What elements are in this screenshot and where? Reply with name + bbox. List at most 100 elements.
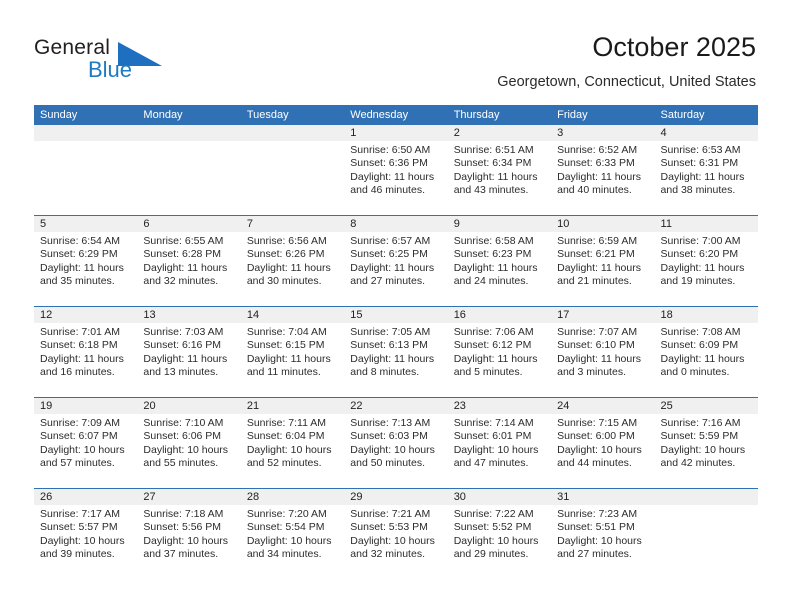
day-cell[interactable]: Sunrise: 7:14 AM Sunset: 6:01 PM Daylight:…	[448, 414, 551, 488]
day-number[interactable]: 4	[655, 125, 758, 141]
day-number[interactable]: 18	[655, 307, 758, 323]
calendar-weeks: 1 2 3 4 Sunrise: 6:50 AM Sunset: 6:36 PM Dayli…	[34, 125, 758, 579]
day-detail-line: Sunset: 6:00 PM	[557, 430, 635, 443]
day-number[interactable]: 29	[344, 489, 447, 505]
week-day-number-strip: 19 20 21 22 23 24 25	[34, 398, 758, 414]
day-detail-line: Sunrise: 7:05 AM	[350, 326, 431, 338]
day-number[interactable]: 20	[137, 398, 240, 414]
day-detail-line: Daylight: 10 hours	[40, 534, 125, 547]
location-subtitle: Georgetown, Connecticut, United States	[497, 74, 756, 90]
day-cell[interactable]: Sunrise: 7:20 AM Sunset: 5:54 PM Daylight:…	[241, 505, 344, 579]
day-cell[interactable]: Sunrise: 7:06 AM Sunset: 6:12 PM Daylight:…	[448, 323, 551, 397]
day-cell-empty	[34, 141, 137, 215]
day-number[interactable]: 3	[551, 125, 654, 141]
day-number[interactable]: 7	[241, 216, 344, 232]
day-number[interactable]: 26	[34, 489, 137, 505]
day-detail-line: Daylight: 10 hours	[453, 534, 539, 547]
day-number[interactable]: 8	[344, 216, 447, 232]
day-number[interactable]: 17	[551, 307, 654, 323]
day-cell[interactable]: Sunrise: 6:55 AM Sunset: 6:28 PM Daylight:…	[137, 232, 240, 306]
day-detail-line: Daylight: 10 hours	[143, 443, 229, 456]
day-detail-line: Daylight: 11 hours	[557, 352, 641, 365]
day-number[interactable]: 11	[655, 216, 758, 232]
day-detail-line: Daylight: 11 hours	[660, 261, 745, 274]
calendar-page: General Blue October 2025 Georgetown, Co…	[0, 0, 792, 612]
day-cell[interactable]: Sunrise: 7:10 AM Sunset: 6:06 PM Daylight:…	[137, 414, 240, 488]
day-number[interactable]: 15	[344, 307, 447, 323]
day-number[interactable]: 5	[34, 216, 137, 232]
day-cell[interactable]: Sunrise: 7:08 AM Sunset: 6:09 PM Daylight:…	[655, 323, 758, 397]
day-cell[interactable]: Sunrise: 7:00 AM Sunset: 6:20 PM Daylight:…	[655, 232, 758, 306]
day-number[interactable]: 22	[344, 398, 447, 414]
day-cell[interactable]: Sunrise: 7:16 AM Sunset: 5:59 PM Daylight:…	[655, 414, 758, 488]
weekday-header-wednesday: Wednesday	[350, 109, 409, 121]
day-detail-line: Daylight: 11 hours	[246, 352, 331, 365]
day-detail-line: Sunrise: 6:55 AM	[143, 235, 224, 247]
day-detail-line: Sunrise: 6:56 AM	[246, 235, 327, 247]
day-number[interactable]: 13	[137, 307, 240, 323]
day-cell[interactable]: Sunrise: 7:07 AM Sunset: 6:10 PM Daylight:…	[551, 323, 654, 397]
week-day-number-strip: 1234	[34, 125, 758, 141]
day-number[interactable]: 14	[241, 307, 344, 323]
day-number[interactable]: 28	[241, 489, 344, 505]
day-cell[interactable]: Sunrise: 7:03 AM Sunset: 6:16 PM Daylight:…	[137, 323, 240, 397]
day-cell[interactable]: Sunrise: 7:05 AM Sunset: 6:13 PM Daylight:…	[344, 323, 447, 397]
day-detail-line: Sunrise: 6:58 AM	[453, 235, 534, 247]
day-cell[interactable]: Sunrise: 7:22 AM Sunset: 5:52 PM Daylight:…	[448, 505, 551, 579]
day-detail-line: Sunrise: 6:53 AM	[660, 144, 741, 156]
day-cell[interactable]: Sunrise: 6:54 AM Sunset: 6:29 PM Daylight:…	[34, 232, 137, 306]
day-detail-line: and 44 minutes.	[557, 457, 632, 470]
day-cell[interactable]: Sunrise: 7:13 AM Sunset: 6:03 PM Daylight:…	[344, 414, 447, 488]
day-cell[interactable]: Sunrise: 6:56 AM Sunset: 6:26 PM Daylight:…	[241, 232, 344, 306]
day-number[interactable]: 23	[448, 398, 551, 414]
title-block: October 2025 Georgetown, Connecticut, Un…	[497, 30, 756, 91]
day-number[interactable]: 19	[34, 398, 137, 414]
day-number[interactable]: 6	[137, 216, 240, 232]
day-cell[interactable]: Sunrise: 6:59 AM Sunset: 6:21 PM Daylight:…	[551, 232, 654, 306]
day-cell[interactable]: Sunrise: 6:57 AM Sunset: 6:25 PM Daylight:…	[344, 232, 447, 306]
logo-text-blue: Blue	[88, 57, 133, 82]
day-number[interactable]: 30	[448, 489, 551, 505]
day-number[interactable]: 10	[551, 216, 654, 232]
day-detail-line: and 27 minutes.	[350, 275, 425, 288]
day-cell[interactable]: Sunrise: 6:50 AM Sunset: 6:36 PM Daylight:…	[344, 141, 447, 215]
day-cell[interactable]: Sunrise: 6:51 AM Sunset: 6:34 PM Daylight:…	[448, 141, 551, 215]
day-detail-line: Daylight: 11 hours	[143, 261, 228, 274]
day-detail-line: Sunrise: 7:03 AM	[143, 326, 224, 338]
day-detail-line: Sunrise: 6:51 AM	[453, 144, 534, 156]
day-number[interactable]: 9	[448, 216, 551, 232]
day-number[interactable]: 21	[241, 398, 344, 414]
day-cell[interactable]: Sunrise: 7:09 AM Sunset: 6:07 PM Daylight:…	[34, 414, 137, 488]
day-detail-line: and 37 minutes.	[143, 548, 219, 561]
day-cell[interactable]: Sunrise: 7:23 AM Sunset: 5:51 PM Daylight:…	[551, 505, 654, 579]
day-detail-line: and 11 minutes.	[246, 366, 321, 379]
day-cell[interactable]: Sunrise: 7:17 AM Sunset: 5:57 PM Daylight:…	[34, 505, 137, 579]
day-number[interactable]: 27	[137, 489, 240, 505]
day-detail-line: Daylight: 11 hours	[350, 261, 435, 274]
day-cell[interactable]: Sunrise: 7:15 AM Sunset: 6:00 PM Daylight:…	[551, 414, 654, 488]
day-detail-line: Daylight: 11 hours	[350, 170, 435, 183]
day-cell[interactable]: Sunrise: 6:53 AM Sunset: 6:31 PM Daylight:…	[655, 141, 758, 215]
day-detail-line: Sunrise: 7:00 AM	[660, 235, 741, 247]
day-detail-line: and 16 minutes.	[40, 366, 115, 379]
day-number[interactable]: 31	[551, 489, 654, 505]
day-detail-line: and 32 minutes.	[143, 275, 219, 288]
day-cell[interactable]: Sunrise: 7:21 AM Sunset: 5:53 PM Daylight:…	[344, 505, 447, 579]
day-cell[interactable]: Sunrise: 6:52 AM Sunset: 6:33 PM Daylight:…	[551, 141, 654, 215]
day-cell[interactable]: Sunrise: 7:04 AM Sunset: 6:15 PM Daylight:…	[241, 323, 344, 397]
day-number[interactable]: 24	[551, 398, 654, 414]
day-cell[interactable]: Sunrise: 7:11 AM Sunset: 6:04 PM Daylight:…	[241, 414, 344, 488]
general-blue-logo[interactable]: General Blue	[34, 36, 234, 92]
day-detail-line: Sunset: 6:13 PM	[350, 339, 428, 352]
day-cell[interactable]: Sunrise: 6:58 AM Sunset: 6:23 PM Daylight:…	[448, 232, 551, 306]
day-number[interactable]: 16	[448, 307, 551, 323]
day-number[interactable]: 12	[34, 307, 137, 323]
day-detail-line: Sunrise: 6:59 AM	[557, 235, 638, 247]
day-number[interactable]: 2	[448, 125, 551, 141]
day-cell[interactable]: Sunrise: 7:18 AM Sunset: 5:56 PM Daylight:…	[137, 505, 240, 579]
day-cell[interactable]: Sunrise: 7:01 AM Sunset: 6:18 PM Daylight:…	[34, 323, 137, 397]
day-detail-line: Sunset: 5:57 PM	[40, 521, 118, 534]
day-detail-line: Sunrise: 7:09 AM	[40, 417, 120, 429]
day-number[interactable]: 25	[655, 398, 758, 414]
day-number[interactable]: 1	[344, 125, 447, 141]
